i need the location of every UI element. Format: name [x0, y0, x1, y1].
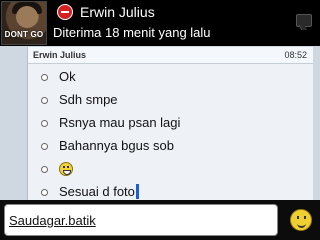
message-bullet-icon — [41, 143, 48, 150]
message-input-value: Saudagar.batik — [9, 213, 96, 228]
message-group-header: Erwin Julius 08:52 — [28, 47, 313, 64]
message-text: Sesuai d foto — [59, 184, 139, 199]
message-text-content: Sesuai d foto — [59, 184, 135, 199]
message-text: Rsnya mau psan lagi — [59, 115, 181, 130]
message-bullet-icon — [41, 97, 48, 104]
contact-avatar[interactable]: DONT GO — [1, 1, 47, 45]
message-item[interactable] — [28, 158, 313, 180]
contact-name: Erwin Julius — [80, 4, 155, 20]
message-text: Ok — [59, 69, 76, 84]
message-item[interactable]: Ok — [28, 66, 313, 88]
contact-status-text: Diterima 18 menit yang lalu — [53, 25, 211, 40]
message-text: Bahannya bgus sob — [59, 138, 174, 153]
message-time: 08:52 — [284, 50, 307, 60]
chat-header: DONT GO Erwin Julius Diterima 18 menit y… — [0, 0, 320, 46]
message-bullet-icon — [41, 189, 48, 196]
message-item[interactable]: Rsnya mau psan lagi — [28, 112, 313, 134]
message-text: Sdh smpe — [59, 92, 118, 107]
composer-bar: Saudagar.batik — [0, 200, 320, 240]
message-bullet-icon — [41, 166, 48, 173]
message-bullet-icon — [41, 120, 48, 127]
avatar-face — [16, 6, 38, 28]
avatar-logo-text: DONT GO — [4, 30, 44, 39]
message-input[interactable]: Saudagar.batik — [4, 204, 278, 236]
message-sender: Erwin Julius — [33, 50, 87, 60]
smiley-emoticon-icon — [59, 162, 73, 176]
smiley-icon[interactable] — [290, 209, 312, 231]
message-item[interactable]: Sdh smpe — [28, 89, 313, 111]
message-bullet-icon — [41, 74, 48, 81]
selection-cursor — [135, 184, 139, 199]
message-item[interactable]: Bahannya bgus sob — [28, 135, 313, 157]
conversation-panel: Erwin Julius 08:52 Ok Sdh smpe Rsnya mau… — [27, 47, 313, 200]
do-not-disturb-icon — [57, 4, 73, 20]
chat-bubble-icon[interactable] — [296, 14, 312, 27]
